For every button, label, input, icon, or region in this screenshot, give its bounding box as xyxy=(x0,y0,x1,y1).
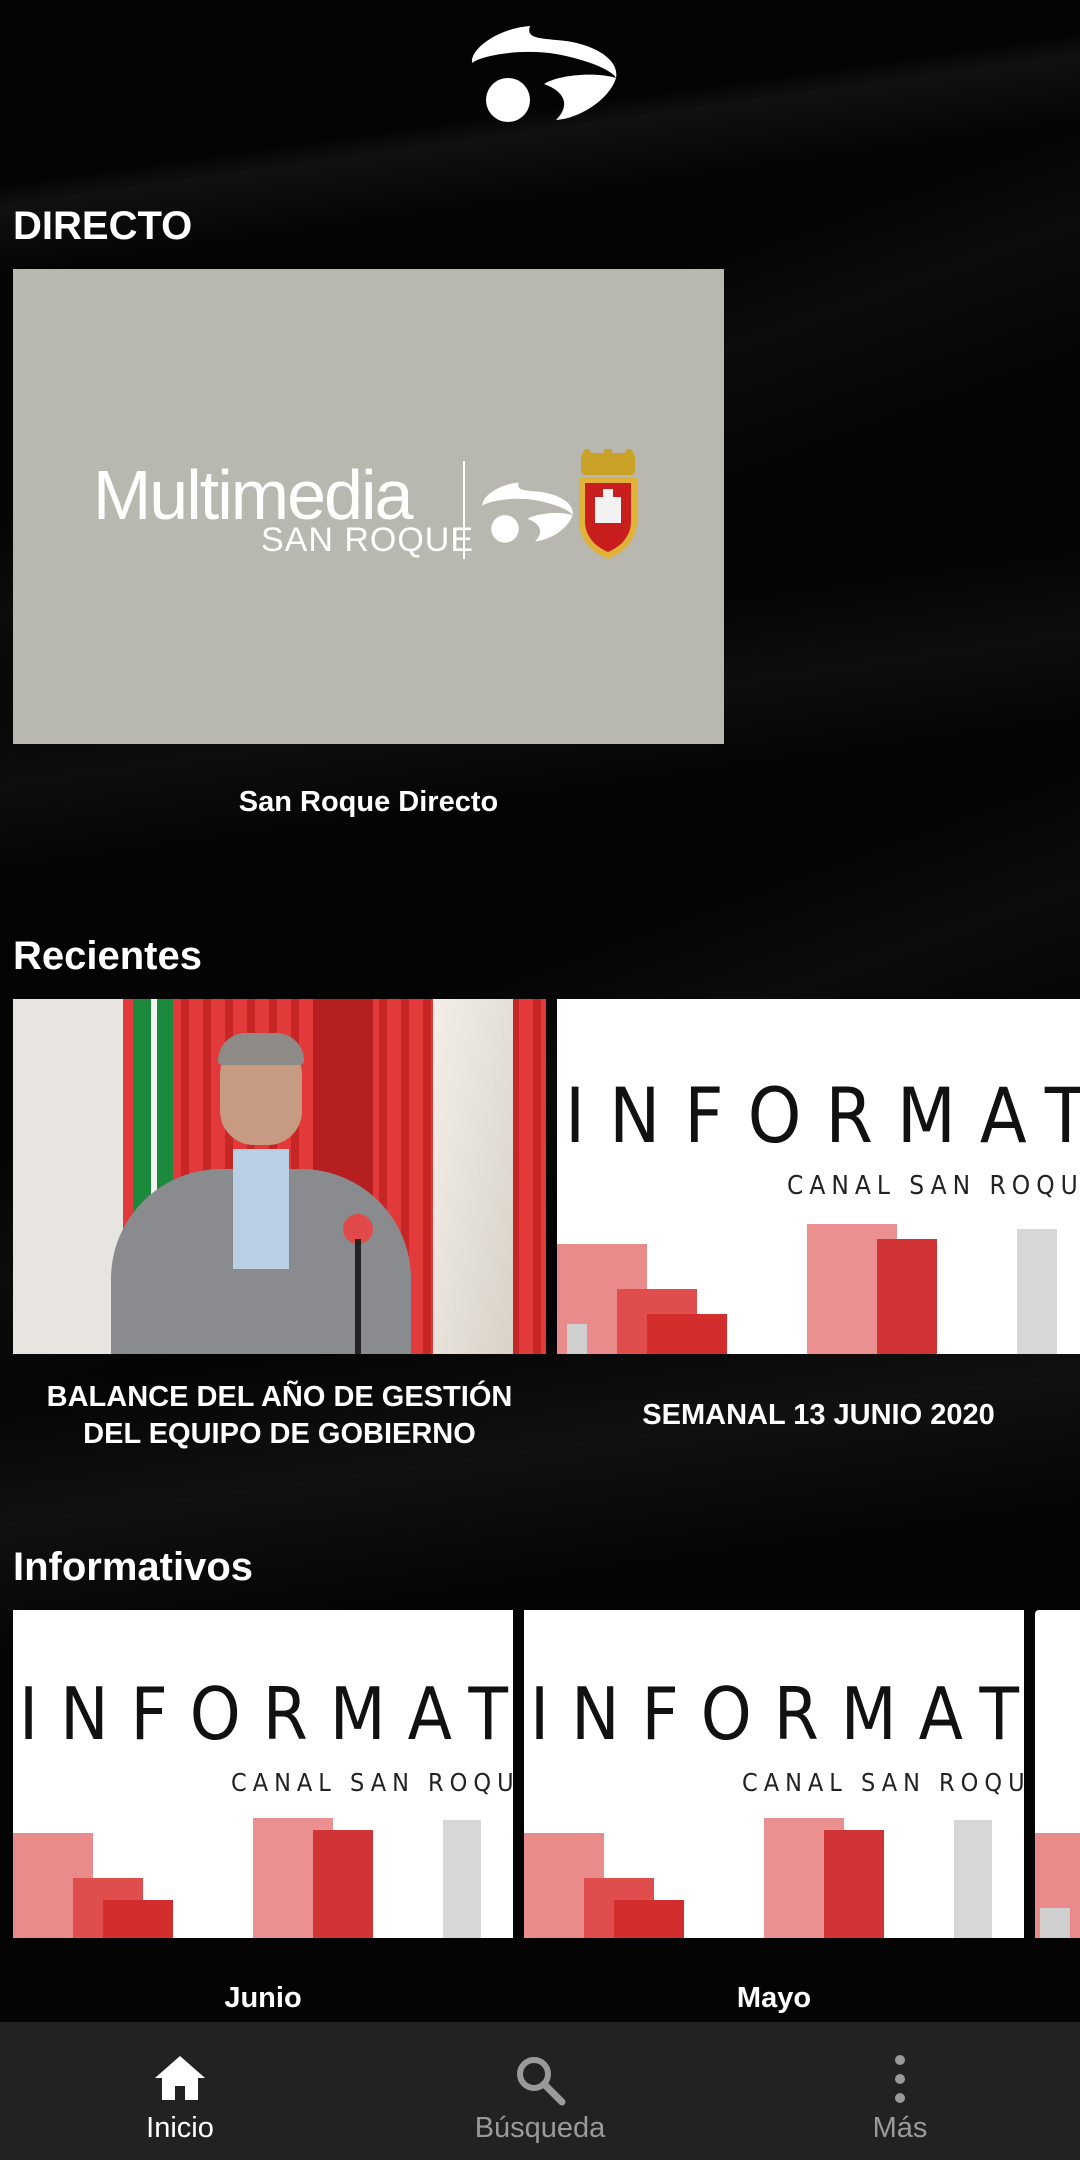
bar-decoration xyxy=(567,1324,587,1354)
recent-video-card[interactable]: INFORMATIVOS CANAL SAN ROQUE RTVM SEMANA… xyxy=(557,999,1080,1459)
recent-video-card[interactable]: BALANCE DEL AÑO DE GESTIÓN DEL EQUIPO DE… xyxy=(13,999,546,1459)
informativos-caption: Mayo xyxy=(736,1982,812,2014)
nav-item-busqueda[interactable]: Búsqueda xyxy=(360,2022,720,2160)
bar-decoration xyxy=(647,1314,727,1354)
thumbnail-subtitle: CANAL SAN ROQUE RTVM xyxy=(742,1768,1024,1797)
multimedia-swoosh-logo xyxy=(471,26,617,122)
more-vertical-icon xyxy=(895,2055,905,2103)
bar-decoration xyxy=(614,1900,684,1938)
coat-of-arms-icon xyxy=(579,449,637,559)
nav-label-inicio: Inicio xyxy=(146,2112,214,2144)
recent-video-thumbnail: INFORMATIVOS CANAL SAN ROQUE RTVM xyxy=(557,999,1080,1354)
informativos-thumbnail: INFORMATIVOS CANAL SAN ROQUE RTVM xyxy=(524,1610,1024,1938)
recent-video-caption-line1: BALANCE DEL AÑO DE GESTIÓN xyxy=(46,1381,513,1413)
brand-sub-text: SAN ROQUE xyxy=(261,521,475,559)
speaker-hair xyxy=(218,1033,304,1065)
search-icon xyxy=(517,2057,566,2106)
bar-decoration xyxy=(313,1830,373,1938)
microphone-stand xyxy=(355,1239,361,1354)
thumbnail-title: INFORMATIVOS xyxy=(530,1672,1024,1756)
bar-decoration xyxy=(1040,1908,1070,1938)
informativos-card-junio[interactable]: INFORMATIVOS CANAL SAN ROQUE RTVM Junio xyxy=(13,1610,513,2022)
thumbnail-subtitle: CANAL SAN ROQUE RTVM xyxy=(231,1768,513,1797)
flag-red xyxy=(313,999,373,1199)
brand-swoosh-icon xyxy=(482,482,573,543)
bottom-navigation: Inicio Búsqueda Más xyxy=(0,2022,1080,2160)
live-stream-caption: San Roque Directo xyxy=(238,786,499,818)
recent-video-thumbnail xyxy=(13,999,546,1354)
thumbnail-title: INFORMATIVOS xyxy=(565,1071,1080,1160)
thumbnail-subtitle: CANAL SAN ROQUE RTVM xyxy=(787,1171,1080,1201)
informativos-card-partial[interactable] xyxy=(1035,1610,1080,2022)
bar-decoration xyxy=(103,1900,173,1938)
thumbnail-title: INFORMATIVOS xyxy=(19,1672,513,1756)
section-title-informativos: Informativos xyxy=(13,1545,254,1589)
nav-label-mas: Más xyxy=(872,2112,928,2144)
section-title-directo: DIRECTO xyxy=(13,204,193,248)
wall-panel xyxy=(13,999,123,1354)
informativos-card-mayo[interactable]: INFORMATIVOS CANAL SAN ROQUE RTVM Mayo xyxy=(524,1610,1024,2022)
bar-decoration xyxy=(824,1830,884,1938)
nav-item-inicio[interactable]: Inicio xyxy=(0,2022,360,2160)
home-icon xyxy=(155,2056,205,2100)
recent-video-caption: SEMANAL 13 JUNIO 2020 xyxy=(642,1399,995,1431)
speaker-shirt xyxy=(233,1149,289,1269)
section-title-recientes: Recientes xyxy=(13,934,202,978)
live-stream-thumbnail: Multimedia SAN ROQUE xyxy=(13,269,724,744)
informativos-thumbnail xyxy=(1035,1610,1080,1938)
informativos-caption: Junio xyxy=(224,1982,302,2014)
bar-decoration xyxy=(443,1820,481,1938)
app-header xyxy=(0,0,1080,140)
bar-decoration xyxy=(954,1820,992,1938)
informativos-thumbnail: INFORMATIVOS CANAL SAN ROQUE RTVM xyxy=(13,1610,513,1938)
recent-video-caption-line2: DEL EQUIPO DE GOBIERNO xyxy=(83,1418,476,1450)
nav-label-busqueda: Búsqueda xyxy=(474,2112,606,2144)
bar-decoration xyxy=(1017,1229,1057,1354)
nav-item-mas[interactable]: Más xyxy=(720,2022,1080,2160)
live-stream-card[interactable]: Multimedia SAN ROQUE San Roque Directo xyxy=(13,269,724,829)
bar-decoration xyxy=(877,1239,937,1354)
brand-divider xyxy=(463,461,465,559)
flag-white xyxy=(433,999,513,1354)
